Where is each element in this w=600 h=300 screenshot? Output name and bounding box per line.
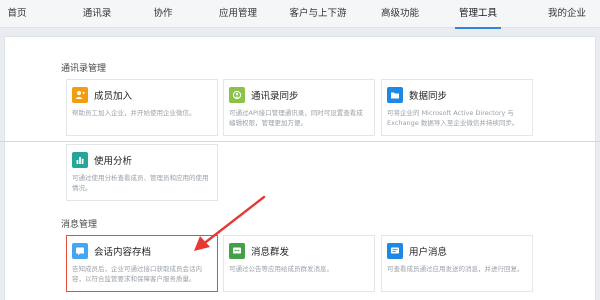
- card-description: 可通过使用分析查看成员、管理员和应用的使用情况。: [72, 174, 209, 192]
- user-message-icon: [387, 243, 403, 259]
- card-title: 成员加入: [94, 91, 133, 102]
- card-title: 会话内容存档: [94, 247, 152, 258]
- section-title-messages: 消息管理: [61, 220, 98, 230]
- main-panel: 通讯录管理 成员加入 帮助员工加入企业，并开始使用企业微信。 通讯录同步 可通过…: [4, 36, 596, 300]
- card-usage-analysis[interactable]: 使用分析 可通过使用分析查看成员、管理员和应用的使用情况。: [66, 144, 218, 201]
- top-nav: 首页 通讯录 协作 应用管理 客户与上下游 高级功能 管理工具 我的企业: [0, 0, 600, 29]
- card-description: 帮助员工加入企业，并开始使用企业微信。: [72, 109, 196, 117]
- guide-line: [0, 141, 600, 142]
- card-title: 使用分析: [94, 156, 133, 167]
- card-contacts-sync[interactable]: 通讯录同步 可通过API接口管理通讯录，同时可设置查看成编辑权限，管理更加方便。: [223, 79, 375, 136]
- card-description: 可查看成员通过应用发送的消息，并进行回复。: [387, 265, 524, 273]
- chat-archive-icon: [72, 243, 88, 259]
- card-description: 可将企业的 Microsoft Active Directory 与 Excha…: [387, 109, 519, 127]
- person-plus-icon: [72, 87, 88, 103]
- card-description: 告知成员后，企业可通过接口获取成员会话内容，以符合监管要求和保障客户服务质量。: [72, 265, 202, 283]
- card-member-add[interactable]: 成员加入 帮助员工加入企业，并开始使用企业微信。: [66, 79, 218, 136]
- card-title: 通讯录同步: [251, 91, 299, 102]
- section-title-contacts: 通讯录管理: [61, 64, 107, 74]
- tab-management-tools[interactable]: 管理工具: [454, 0, 502, 29]
- card-title: 用户消息: [409, 247, 448, 258]
- tab-home[interactable]: 首页: [7, 0, 26, 28]
- bar-chart-icon: [72, 152, 88, 168]
- sync-icon: [229, 87, 245, 103]
- broadcast-icon: [229, 243, 245, 259]
- tab-app-management[interactable]: 应用管理: [219, 0, 257, 28]
- tab-my-enterprise[interactable]: 我的企业: [548, 0, 586, 28]
- tab-customers[interactable]: 客户与上下游: [289, 0, 346, 28]
- card-data-sync[interactable]: 数据同步 可将企业的 Microsoft Active Directory 与 …: [381, 79, 533, 136]
- card-description: 可通过API接口管理通讯录，同时可设置查看成编辑权限，管理更加方便。: [229, 109, 363, 127]
- card-description: 可通过公告等应用给成员群发消息。: [229, 265, 333, 273]
- card-broadcast[interactable]: 消息群发 可通过公告等应用给成员群发消息。: [223, 235, 375, 292]
- tab-collaboration[interactable]: 协作: [153, 0, 172, 28]
- tab-advanced[interactable]: 高级功能: [381, 0, 419, 28]
- card-title: 数据同步: [409, 91, 448, 102]
- card-title: 消息群发: [251, 247, 290, 258]
- folder-icon: [387, 87, 403, 103]
- card-chat-archive[interactable]: 会话内容存档 告知成员后，企业可通过接口获取成员会话内容，以符合监管要求和保障客…: [66, 235, 218, 292]
- card-user-messages[interactable]: 用户消息 可查看成员通过应用发送的消息，并进行回复。: [381, 235, 533, 292]
- tab-contacts[interactable]: 通讯录: [83, 0, 112, 28]
